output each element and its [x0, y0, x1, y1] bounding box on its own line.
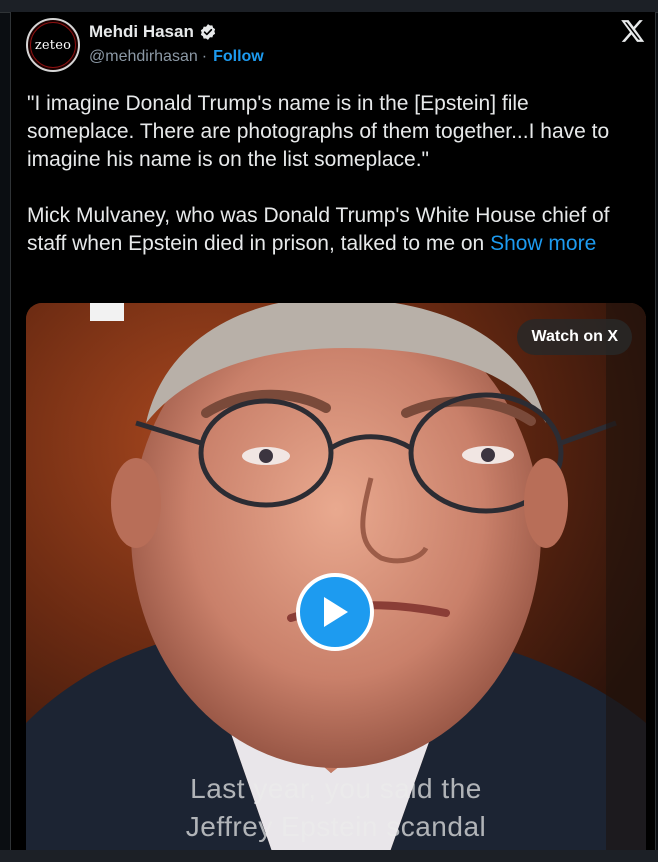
avatar-logo: zeteo: [30, 22, 76, 68]
tweet-text: "I imagine Donald Trump's name is in the…: [27, 90, 637, 258]
separator-dot: ·: [201, 48, 208, 65]
video-caption-line-2: Jeffrey Epstein scandal: [185, 811, 487, 842]
browser-bottom-strip: [0, 850, 658, 862]
play-icon: [324, 597, 348, 627]
video-player[interactable]: Watch on X Last year, you said the Jeffr…: [26, 303, 646, 858]
verified-badge-icon: [200, 24, 215, 40]
follow-link[interactable]: Follow: [213, 48, 264, 66]
author-handle-row: @mehdirhasan · Follow: [89, 48, 264, 66]
play-button[interactable]: [296, 573, 374, 651]
author-display-name[interactable]: Mehdi Hasan: [89, 22, 194, 42]
watch-on-x-button[interactable]: Watch on X: [517, 319, 632, 355]
author-name-row: Mehdi Hasan: [89, 22, 217, 42]
embedded-tweet-card: zeteo Mehdi Hasan @mehdirhasan · Follow …: [10, 12, 656, 858]
x-logo-icon[interactable]: [619, 18, 645, 44]
background-light: [90, 303, 124, 321]
tweet-quote: "I imagine Donald Trump's name is in the…: [27, 92, 610, 171]
show-more-link[interactable]: Show more: [490, 232, 596, 255]
video-caption-line-1: Last year, you said the: [190, 773, 482, 804]
author-handle[interactable]: @mehdirhasan: [89, 48, 198, 66]
avatar[interactable]: zeteo: [26, 18, 80, 72]
tweet-body: Mick Mulvaney, who was Donald Trump's Wh…: [27, 202, 637, 258]
avatar-logo-text: zeteo: [34, 37, 72, 53]
